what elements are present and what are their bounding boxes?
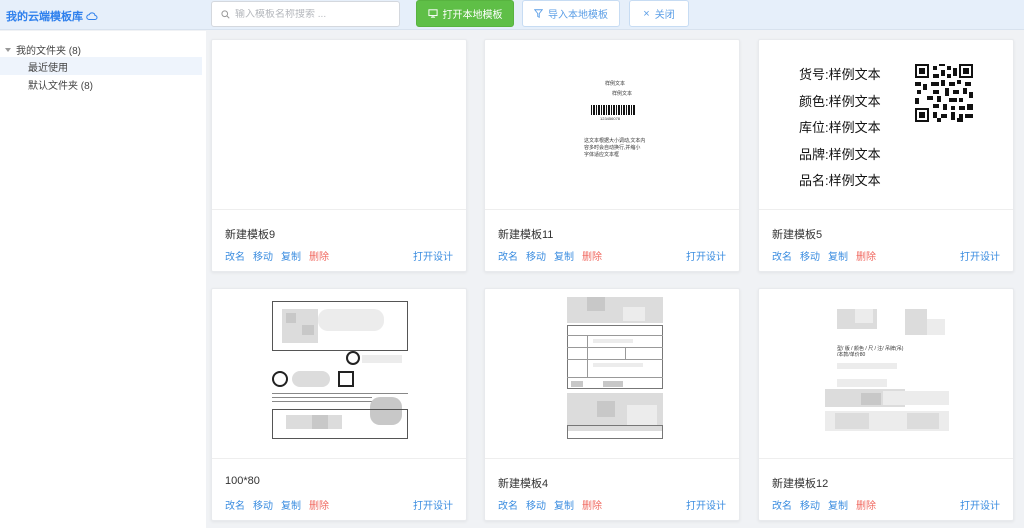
- preview-fields: 货号:样例文本 颜色:样例文本 库位:样例文本 品牌:样例文本 品名:样例文本: [799, 62, 881, 195]
- copy-link[interactable]: 复制: [281, 248, 301, 263]
- template-card[interactable]: 100*80 改名 移动 复制 删除 打开设计: [211, 288, 467, 521]
- move-link[interactable]: 移动: [526, 248, 546, 263]
- open-local-label: 打开本地模板: [442, 10, 503, 21]
- template-preview[interactable]: [485, 289, 739, 459]
- open-design-link[interactable]: 打开设计: [686, 497, 726, 512]
- open-design-link[interactable]: 打开设计: [686, 248, 726, 263]
- template-preview[interactable]: [212, 40, 466, 210]
- template-card[interactable]: 货号:样例文本 颜色:样例文本 库位:样例文本 品牌:样例文本 品名:样例文本 …: [758, 39, 1014, 272]
- rename-link[interactable]: 改名: [772, 497, 792, 512]
- rename-link[interactable]: 改名: [225, 248, 245, 263]
- preview-field: 库位:样例文本: [799, 120, 881, 135]
- template-card[interactable]: 样例文本 样例文本 123456078 这文本根据大小调动,文本内 容多时会自动…: [484, 39, 740, 272]
- close-button[interactable]: × 关闭: [629, 0, 689, 27]
- template-title: 新建模板4: [498, 478, 549, 490]
- template-card[interactable]: 新建模板4 改名 移动 复制 删除 打开设计: [484, 288, 740, 521]
- delete-link[interactable]: 删除: [582, 248, 602, 263]
- open-local-template-button[interactable]: 打开本地模板: [416, 0, 514, 27]
- template-preview[interactable]: 样例文本 样例文本 123456078 这文本根据大小调动,文本内 容多时会自动…: [485, 40, 739, 210]
- move-link[interactable]: 移动: [526, 497, 546, 512]
- delete-link[interactable]: 删除: [856, 497, 876, 512]
- move-link[interactable]: 移动: [800, 248, 820, 263]
- template-title: 新建模板9: [225, 229, 276, 241]
- barcode-number: 123456078: [600, 116, 621, 121]
- template-preview[interactable]: 货号:样例文本 颜色:样例文本 库位:样例文本 品牌:样例文本 品名:样例文本: [759, 40, 1013, 210]
- copy-link[interactable]: 复制: [281, 497, 301, 512]
- qr-code-icon: [915, 64, 973, 122]
- open-design-link[interactable]: 打开设计: [960, 248, 1000, 263]
- preview-paragraph-line: 容多时会自动换行,并缩小: [584, 145, 641, 151]
- preview-paragraph: 这文本根据大小调动,文本内 容多时会自动换行,并缩小 字体适应文本框: [584, 138, 645, 159]
- template-preview[interactable]: 型/ 版 / 颜色 / 尺 / 注/ 吊牌(吊) /本款/单价80: [759, 289, 1013, 459]
- search-icon: [221, 9, 230, 19]
- rename-link[interactable]: 改名: [498, 248, 518, 263]
- folder-root-label: 我的文件夹 (8): [16, 46, 81, 57]
- preview-label-image: [567, 297, 663, 441]
- preview-paragraph-line: 这文本根据大小调动,文本内: [584, 138, 646, 144]
- preview-paragraph-line: 字体适应文本框: [584, 152, 620, 158]
- template-card[interactable]: 新建模板9 改名 移动 复制 删除 打开设计: [211, 39, 467, 272]
- top-bar: 我的云端模板库 打开本地模板 导入本地模板 × 关闭: [0, 0, 1024, 30]
- filter-icon: [534, 9, 543, 18]
- close-icon: ×: [643, 7, 650, 20]
- move-link[interactable]: 移动: [800, 497, 820, 512]
- move-link[interactable]: 移动: [253, 497, 273, 512]
- import-local-label: 导入本地模板: [548, 10, 608, 21]
- brand[interactable]: 我的云端模板库: [6, 8, 98, 24]
- copy-link[interactable]: 复制: [828, 497, 848, 512]
- move-link[interactable]: 移动: [253, 248, 273, 263]
- preview-text: 样例文本: [605, 81, 626, 87]
- barcode-image: [591, 105, 635, 115]
- open-design-link[interactable]: 打开设计: [960, 497, 1000, 512]
- sidebar-item-label: 最近使用: [28, 62, 68, 74]
- import-local-template-button[interactable]: 导入本地模板: [522, 0, 620, 27]
- copy-link[interactable]: 复制: [554, 497, 574, 512]
- close-label: 关闭: [654, 10, 675, 21]
- monitor-icon: [427, 9, 438, 18]
- rename-link[interactable]: 改名: [772, 248, 792, 263]
- template-title: 100*80: [225, 475, 260, 487]
- template-title: 新建模板5: [772, 229, 823, 241]
- rename-link[interactable]: 改名: [225, 497, 245, 512]
- preview-text: /本款/单价80: [837, 352, 866, 358]
- folder-sidebar: 我的文件夹 (8) 最近使用 默认文件夹 (8): [0, 31, 206, 528]
- delete-link[interactable]: 删除: [582, 497, 602, 512]
- preview-field: 品牌:样例文本: [799, 146, 881, 162]
- template-preview[interactable]: [212, 289, 466, 459]
- preview-field: 品名:样例文本: [799, 173, 881, 188]
- search-box[interactable]: [211, 1, 400, 27]
- sidebar-item-recent[interactable]: 最近使用: [0, 57, 202, 75]
- folder-root[interactable]: 我的文件夹 (8): [5, 42, 81, 57]
- sidebar-item-label: 默认文件夹 (8): [28, 80, 93, 92]
- delete-link[interactable]: 删除: [856, 248, 876, 263]
- preview-text: 样例文本: [612, 91, 633, 97]
- search-input[interactable]: [235, 8, 385, 20]
- open-design-link[interactable]: 打开设计: [413, 248, 453, 263]
- delete-link[interactable]: 删除: [309, 497, 329, 512]
- caret-down-icon[interactable]: [5, 47, 11, 52]
- template-title: 新建模板12: [772, 478, 829, 490]
- cloud-icon: [86, 12, 98, 20]
- sidebar-item-default-folder[interactable]: 默认文件夹 (8): [0, 75, 202, 93]
- brand-title: 我的云端模板库: [6, 11, 83, 23]
- copy-link[interactable]: 复制: [828, 248, 848, 263]
- copy-link[interactable]: 复制: [554, 248, 574, 263]
- open-design-link[interactable]: 打开设计: [413, 497, 453, 512]
- template-card[interactable]: 型/ 版 / 颜色 / 尺 / 注/ 吊牌(吊) /本款/单价80 新建模板12…: [758, 288, 1014, 521]
- preview-label-image: [272, 301, 408, 439]
- delete-link[interactable]: 删除: [309, 248, 329, 263]
- preview-field: 颜色:样例文本: [799, 93, 881, 109]
- rename-link[interactable]: 改名: [498, 497, 518, 512]
- template-title: 新建模板11: [498, 229, 554, 241]
- preview-label-image: 型/ 版 / 颜色 / 尺 / 注/ 吊牌(吊) /本款/单价80: [825, 309, 949, 449]
- preview-field: 货号:样例文本: [799, 67, 881, 82]
